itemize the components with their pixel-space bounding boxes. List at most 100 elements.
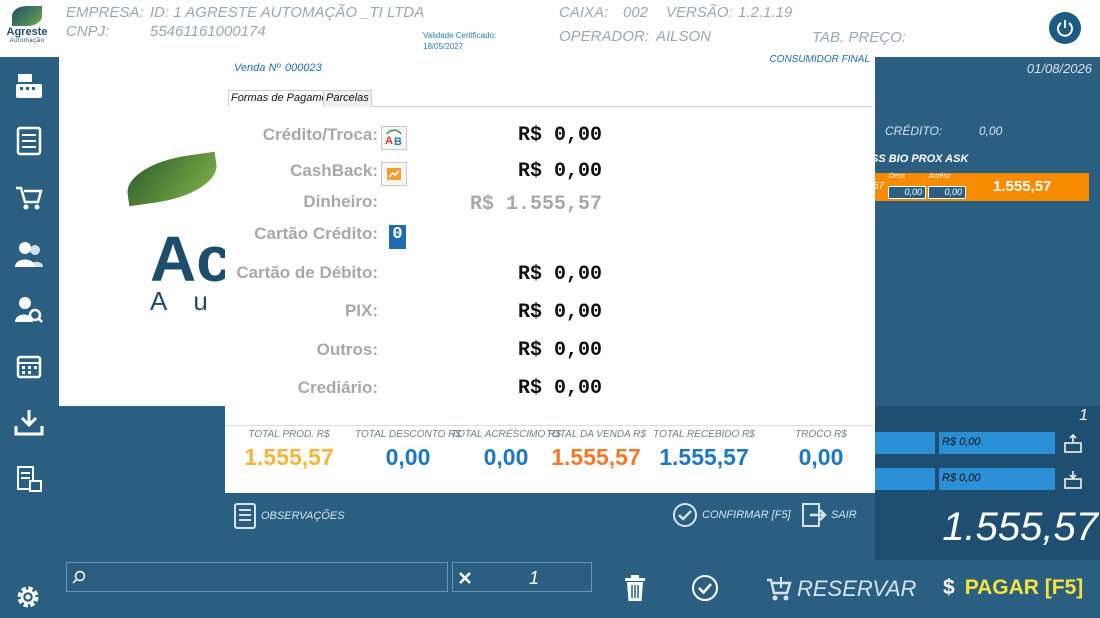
change: TROCO R$ 0,00: [771, 429, 871, 471]
total-products-label: TOTAL PROD. R$: [248, 429, 330, 440]
item-count: 1: [1079, 407, 1088, 424]
sale-number-label: Venda Nº: [234, 62, 281, 74]
credit-card-label: Cartão Crédito:: [254, 224, 378, 243]
background-logo-subtext: Au: [150, 286, 234, 316]
empresa-value: ID: 1 AGRESTE AUTOMAÇÃO _TI LTDA: [150, 4, 425, 21]
cash-value[interactable]: R$ 1.555,57: [470, 193, 602, 216]
observations-button[interactable]: OBSERVAÇÕES: [233, 502, 345, 530]
cash-register-icon[interactable]: [12, 69, 46, 103]
item-row[interactable]: 57 Desc 0,00 Acrésc 0,00 1.555,57: [871, 173, 1089, 201]
credit-exchange-button[interactable]: AB: [381, 126, 407, 150]
bottom-bar: 1 RESERVAR $ PAGAR [F5]: [59, 560, 1100, 618]
confirm-button[interactable]: CONFIRMAR [F5]: [672, 502, 791, 528]
header-bar: Agreste Automação EMPRESA: ID: 1 AGRESTE…: [0, 0, 1100, 57]
tab-installments[interactable]: Parcelas: [323, 90, 372, 107]
pix-label: PIX:: [344, 301, 378, 320]
others-label: Outros:: [316, 340, 378, 359]
dollar-icon: $: [943, 576, 955, 599]
debit-card-value[interactable]: R$ 0,00: [518, 263, 602, 286]
exit-label: SAIR: [831, 509, 857, 521]
delete-item-button[interactable]: [623, 574, 647, 607]
cash-out-icon[interactable]: [1063, 470, 1083, 490]
leaf-icon: [12, 6, 42, 26]
product-search-input[interactable]: [66, 562, 448, 592]
operador-label: OPERADOR:: [559, 28, 650, 45]
exit-button[interactable]: SAIR: [801, 502, 857, 528]
credit-value: 0,00: [979, 124, 1003, 138]
chart-icon: [387, 168, 401, 180]
confirm-sale-button[interactable]: [691, 574, 719, 607]
payment-dialog: Venda Nº 000023 CONSUMIDOR FINAL Formas …: [225, 54, 875, 538]
cnpj-label: CNPJ:: [66, 23, 110, 40]
current-date: 01/08/2026: [1026, 61, 1092, 76]
cashback-button[interactable]: [381, 162, 407, 186]
sidebar: [0, 57, 59, 618]
reserve-button[interactable]: RESERVAR: [765, 576, 916, 602]
download-icon[interactable]: [12, 405, 46, 439]
cart-return-icon[interactable]: [12, 180, 46, 214]
empresa-label: EMPRESA:: [66, 4, 144, 21]
caixa-label: CAIXA:: [559, 4, 609, 21]
ab-icon: AB: [385, 129, 402, 147]
desc-field[interactable]: 0,00: [888, 186, 926, 199]
gear-icon: [17, 586, 39, 608]
confirm-label: CONFIRMAR [F5]: [702, 509, 791, 521]
total-received-label: TOTAL RECEBIDO R$: [653, 429, 755, 440]
store-credit-value[interactable]: R$ 0,00: [518, 377, 602, 400]
caixa-value: 002: [623, 4, 649, 21]
debit-card-label: Cartão de Débito:: [236, 263, 378, 282]
cnpj-value: 55461161000174: [150, 23, 266, 40]
svg-text:B: B: [394, 136, 402, 147]
power-icon: [1057, 20, 1073, 37]
cart-reserve-icon: [767, 577, 792, 601]
consumer-name: CONSUMIDOR FINAL: [769, 54, 870, 65]
logo-subtitle: Automação: [9, 38, 45, 44]
settings-button[interactable]: [14, 583, 42, 616]
customers-icon[interactable]: [12, 237, 46, 271]
power-button[interactable]: [1049, 12, 1081, 44]
background-logo-text: Ac: [150, 223, 232, 295]
pay-label: PAGAR [F5]: [964, 576, 1084, 599]
change-value: 0,00: [798, 444, 844, 470]
cashback-label: CashBack:: [290, 161, 378, 180]
observations-label: OBSERVAÇÕES: [261, 510, 345, 522]
field2-value[interactable]: R$ 0,00: [939, 468, 1055, 490]
svg-text:A: A: [385, 135, 393, 147]
notes-icon: [234, 503, 256, 529]
credit-exchange-value[interactable]: R$ 0,00: [518, 124, 602, 147]
total-products-value: 1.555,57: [244, 444, 334, 470]
field1-value[interactable]: R$ 0,00: [939, 432, 1055, 454]
check-circle-icon: [673, 503, 697, 527]
versao-label: VERSÃO:: [666, 4, 733, 21]
pix-value[interactable]: R$ 0,00: [518, 301, 602, 324]
pay-button[interactable]: $ PAGAR [F5]: [943, 576, 1083, 600]
tab-bar: Formas de Pagamento Parcelas: [228, 90, 873, 107]
field2-bar: [875, 468, 935, 490]
operador-value: AILSON: [656, 28, 712, 45]
acresc-label: Acrésc: [929, 173, 951, 180]
total-products: TOTAL PROD. R$ 1.555,57: [239, 429, 339, 471]
item-name: SS BIO PROX ASK: [871, 153, 969, 165]
credit-label: CRÉDITO:: [885, 124, 943, 138]
logo-name: Agreste: [6, 26, 48, 38]
cash-label: Dinheiro:: [303, 192, 378, 211]
right-panel: 01/08/2026 CRÉDITO: 0,00 SS BIO PROX ASK…: [871, 57, 1100, 560]
acresc-field[interactable]: 0,00: [928, 186, 966, 199]
search-customer-icon[interactable]: [12, 293, 46, 327]
credit-exchange-label: Crédito/Troca:: [262, 125, 378, 144]
cashback-value[interactable]: R$ 0,00: [518, 160, 602, 183]
tab-preco-label: TAB. PREÇO:: [812, 29, 906, 46]
cash-in-icon[interactable]: [1063, 433, 1083, 454]
desc-label: Desc: [889, 173, 905, 180]
quantity-field[interactable]: 1: [452, 562, 592, 592]
store-credit-label: Crediário:: [297, 378, 378, 397]
others-value[interactable]: R$ 0,00: [518, 339, 602, 362]
calendar-icon[interactable]: [12, 349, 46, 383]
agreste-logo: Agreste Automação: [4, 6, 50, 48]
export-list-icon[interactable]: [12, 462, 46, 496]
credit-card-input[interactable]: 0: [389, 225, 406, 249]
trash-icon: [625, 575, 645, 601]
receipt-icon[interactable]: [12, 124, 46, 158]
cert-value: 18/05/2027: [423, 42, 464, 51]
quantity-value: 1: [529, 568, 540, 588]
